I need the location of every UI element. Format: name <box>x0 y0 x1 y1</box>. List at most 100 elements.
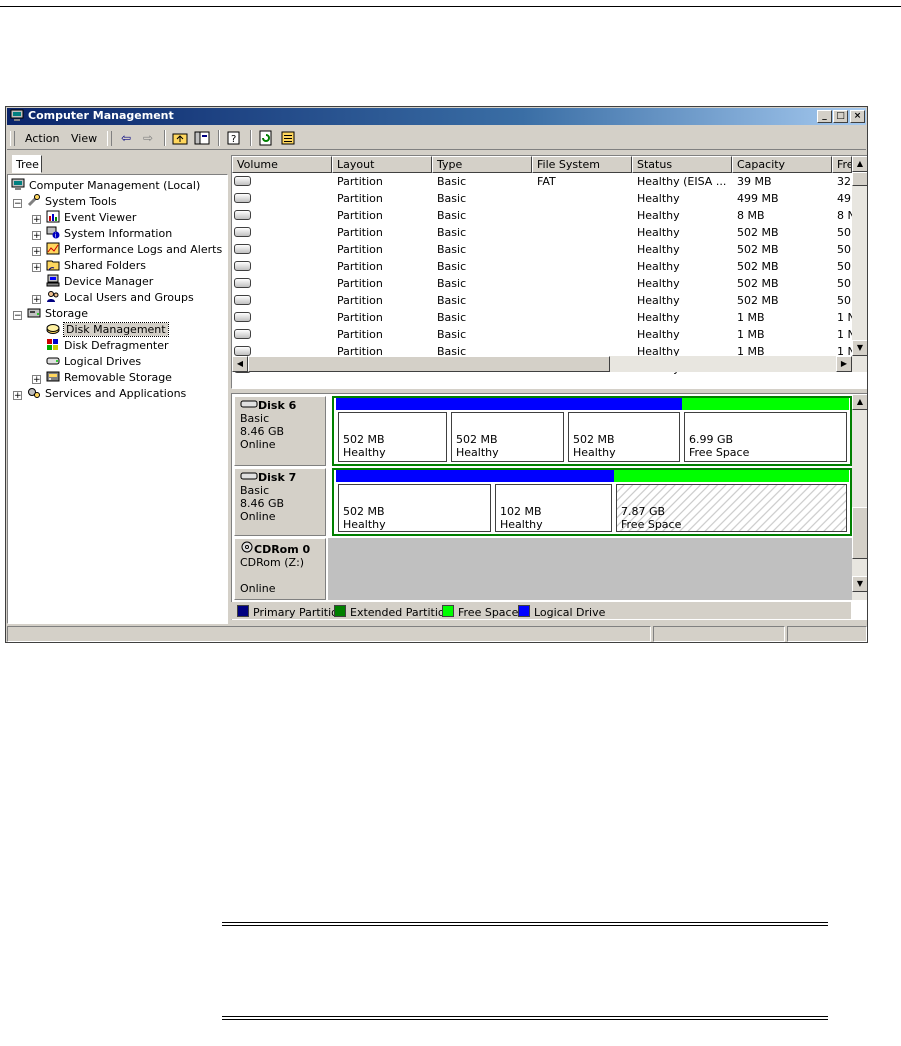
table-row[interactable]: PartitionBasicHealthy1 MB1 N <box>232 309 856 326</box>
disk-7-info[interactable]: Disk 7 Basic 8.46 GB Online <box>234 468 326 536</box>
collapse-icon[interactable]: − <box>13 199 22 209</box>
column-header-capacity[interactable]: Capacity <box>732 156 832 173</box>
table-cell: Basic <box>437 209 467 222</box>
column-header-status[interactable]: Status <box>632 156 732 173</box>
disk-7-free-space[interactable]: 7.87 GB Free Space <box>614 470 849 534</box>
status-panel-3 <box>787 626 867 642</box>
tree-item-device-manager[interactable]: Device Manager <box>46 274 153 290</box>
scroll-up-icon[interactable]: ▲ <box>852 394 867 410</box>
disk-6-info[interactable]: Disk 6 Basic 8.46 GB Online <box>234 396 326 466</box>
disk-view-vertical-scrollbar[interactable]: ▲ ▼ <box>852 394 867 600</box>
table-row[interactable]: Partition Basic Healthy 502 MB 50 <box>232 224 852 241</box>
tree-item-system-tools[interactable]: System Tools <box>27 194 117 210</box>
scroll-up-icon[interactable]: ▲ <box>852 156 867 172</box>
table-row[interactable]: Partition Basic Healthy 502 MB 50 <box>232 275 852 292</box>
column-header-volume[interactable]: Volume <box>232 156 332 173</box>
table-row[interactable]: PartitionBasicHealthy1 MB1 N <box>232 326 856 343</box>
cdrom-icon <box>241 541 253 553</box>
title-bar[interactable]: Computer Management _ □ × <box>7 108 866 125</box>
disk-6-partition-3[interactable]: 502 MB Healthy <box>566 398 682 464</box>
minimize-button[interactable]: _ <box>817 110 832 123</box>
expand-icon[interactable]: + <box>32 263 41 273</box>
table-row[interactable]: Partition Basic Healthy 502 MB 50 <box>232 241 852 258</box>
back-icon[interactable]: ⇦ <box>118 130 134 146</box>
forward-icon[interactable]: ⇨ <box>140 130 156 146</box>
menu-view[interactable]: View <box>71 132 97 145</box>
table-cell: 502 MB <box>737 243 779 256</box>
menu-action[interactable]: Action <box>25 132 59 145</box>
console-tree: Computer Management (Local) − System Too… <box>7 174 228 624</box>
window-title: Computer Management <box>28 109 174 122</box>
tree-item-removable-storage[interactable]: Removable Storage <box>46 370 172 386</box>
disk-6-partition-1[interactable]: 502 MB Healthy <box>336 398 449 464</box>
close-button[interactable]: × <box>850 110 865 123</box>
column-header-free-space[interactable]: Fre <box>832 156 852 173</box>
scroll-right-icon[interactable]: ▶ <box>836 356 852 372</box>
scroll-left-icon[interactable]: ◀ <box>232 356 248 372</box>
table-cell: 1 MB <box>737 328 765 341</box>
tab-tree[interactable]: Tree <box>12 155 42 173</box>
column-header-layout[interactable]: Layout <box>332 156 432 173</box>
services-icon <box>28 388 40 398</box>
partition-status: Healthy <box>343 518 386 531</box>
disk-7-partition-2[interactable]: 102 MB Healthy <box>493 470 614 534</box>
logical-drive-bar <box>449 398 566 410</box>
column-header-type[interactable]: Type <box>432 156 532 173</box>
refresh-icon[interactable] <box>258 130 274 146</box>
up-folder-icon[interactable] <box>172 130 188 146</box>
toolbar-grip[interactable] <box>10 131 15 146</box>
tree-item-computer-management[interactable]: Computer Management (Local) <box>11 178 200 194</box>
tree-item-disk-management[interactable]: Disk Management <box>46 322 169 338</box>
export-list-icon[interactable] <box>280 130 296 146</box>
table-row[interactable]: Partition Basic Healthy 502 MB 50 <box>232 258 852 275</box>
cdrom-0-info[interactable]: CDRom 0 CDRom (Z:) Online <box>234 538 326 600</box>
disk-7-partition-1[interactable]: 502 MB Healthy <box>336 470 493 534</box>
toolbar-separator <box>164 130 166 146</box>
table-row[interactable]: Partition Basic FAT Healthy (EISA ... 39 MB 3… <box>232 173 852 190</box>
volume-list-vertical-scrollbar[interactable]: ▲ ▼ <box>852 156 867 372</box>
scroll-down-icon[interactable]: ▼ <box>852 340 867 356</box>
column-header-file-system[interactable]: File System <box>532 156 632 173</box>
tree-item-storage[interactable]: Storage <box>27 306 88 322</box>
table-row[interactable]: Partition Basic Healthy 499 MB 49 <box>232 190 852 207</box>
help-icon[interactable]: ? <box>226 130 242 146</box>
cdrom-0-spacer <box>240 569 325 582</box>
tree-item-performance-logs[interactable]: Performance Logs and Alerts <box>46 242 222 258</box>
table-row[interactable]: Partition Basic Healthy 502 MB 50 <box>232 292 852 309</box>
toolbar-grip[interactable] <box>107 131 112 146</box>
tree-item-logical-drives[interactable]: Logical Drives <box>46 354 141 370</box>
show-hide-tree-icon[interactable] <box>194 130 210 146</box>
disk-6-free-space[interactable]: 6.99 GB Free Space <box>682 398 849 464</box>
expand-icon[interactable]: + <box>32 375 41 385</box>
legend-swatch <box>237 605 249 617</box>
table-cell: Basic <box>437 175 467 188</box>
maximize-button[interactable]: □ <box>833 110 848 123</box>
tree-item-disk-defragmenter[interactable]: Disk Defragmenter <box>46 338 169 354</box>
scroll-down-icon[interactable]: ▼ <box>852 576 867 592</box>
tree-item-local-users[interactable]: Local Users and Groups <box>46 290 194 306</box>
legend-swatch <box>334 605 346 617</box>
table-row[interactable]: Partition Basic Healthy 8 MB 8 N <box>232 207 856 224</box>
partition-body: 502 MB Healthy <box>338 484 491 532</box>
expand-icon[interactable]: + <box>32 231 41 241</box>
cdrom-0-area[interactable] <box>328 538 852 600</box>
tree-item-shared-folders[interactable]: Shared Folders <box>46 258 146 274</box>
expand-icon[interactable]: + <box>32 215 41 225</box>
expand-icon[interactable]: + <box>32 247 41 257</box>
tree-item-event-viewer[interactable]: Event Viewer <box>46 210 136 226</box>
scroll-thumb[interactable] <box>852 172 867 186</box>
disk-7-name: Disk 7 <box>258 471 297 484</box>
partition-size: 502 MB <box>343 505 385 518</box>
horizontal-scroll-thumb[interactable] <box>248 356 610 372</box>
tree-item-system-information[interactable]: i System Information <box>46 226 172 242</box>
expand-icon[interactable]: + <box>32 295 41 305</box>
svg-text:?: ? <box>231 134 236 145</box>
collapse-icon[interactable]: − <box>13 311 22 321</box>
expand-icon[interactable]: + <box>13 391 22 401</box>
legend-label: Extended Partition <box>350 606 452 619</box>
scroll-thumb[interactable] <box>852 507 867 559</box>
disk-6-partition-2[interactable]: 502 MB Healthy <box>449 398 566 464</box>
tree-item-services[interactable]: Services and Applications <box>27 386 186 402</box>
disk-6-name-row: Disk 6 <box>240 399 325 412</box>
volume-list-horizontal-scrollbar[interactable]: ◀ ▶ <box>232 356 852 372</box>
